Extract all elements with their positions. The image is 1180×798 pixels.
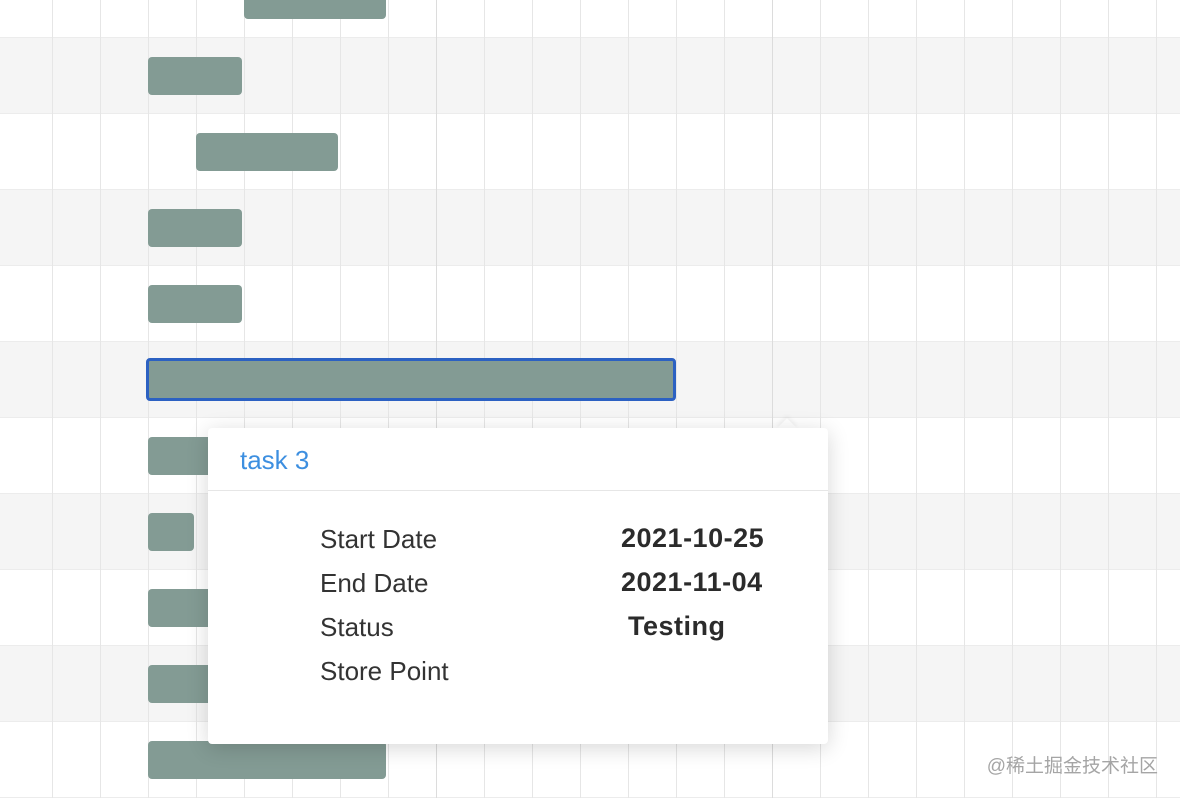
task-bar[interactable]	[148, 285, 242, 323]
grid-line	[916, 0, 917, 798]
gantt-row	[0, 0, 1180, 38]
task-bar[interactable]	[244, 0, 386, 19]
grid-line	[1060, 0, 1061, 798]
task-bar[interactable]	[148, 57, 242, 95]
grid-line	[100, 0, 101, 798]
task-bar-selected[interactable]	[146, 358, 676, 401]
status-label: Status	[320, 612, 394, 642]
store-point-label: Store Point	[320, 656, 449, 686]
watermark: @稀土掘金技术社区	[986, 756, 1158, 777]
grid-line	[1108, 0, 1109, 798]
task-bar[interactable]	[148, 513, 194, 551]
task-tooltip: task 3 Start Date 2021-10-25 End Date 20…	[208, 428, 828, 744]
task-bar[interactable]	[148, 209, 242, 247]
start-date-label: Start Date	[320, 524, 438, 554]
grid-line	[1012, 0, 1013, 798]
status-value: Testing	[628, 611, 726, 641]
grid-line	[1156, 0, 1157, 798]
end-date-label: End Date	[320, 568, 429, 598]
gantt-row	[0, 114, 1180, 190]
tooltip-header: task 3	[208, 428, 828, 491]
start-date-value: 2021-10-25	[621, 523, 765, 553]
end-date-value: 2021-11-04	[621, 567, 763, 597]
task-bar[interactable]	[196, 133, 338, 171]
grid-line	[964, 0, 965, 798]
grid-line	[868, 0, 869, 798]
task-bar[interactable]	[148, 741, 386, 779]
tooltip-title: task 3	[240, 445, 310, 475]
grid-line	[52, 0, 53, 798]
